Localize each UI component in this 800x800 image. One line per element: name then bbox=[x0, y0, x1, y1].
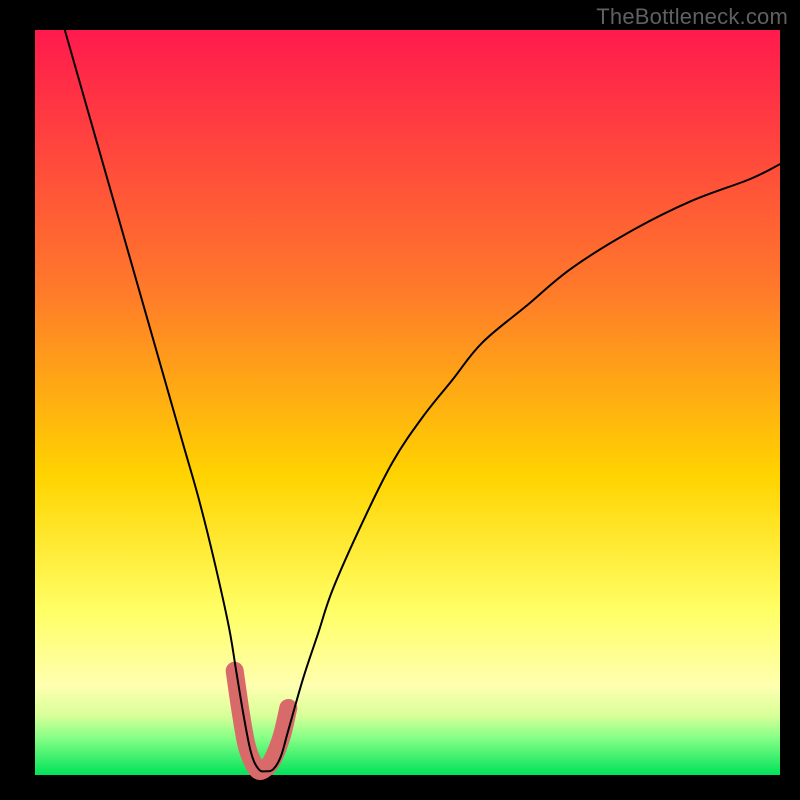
chart-frame: TheBottleneck.com bbox=[0, 0, 800, 800]
bottleneck-chart bbox=[0, 0, 800, 800]
watermark-text: TheBottleneck.com bbox=[596, 4, 788, 30]
plot-background bbox=[35, 30, 780, 775]
